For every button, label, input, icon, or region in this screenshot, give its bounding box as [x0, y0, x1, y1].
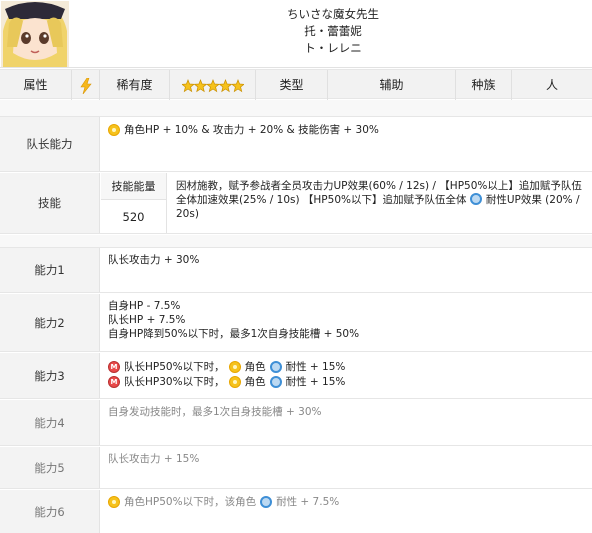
- race-label: 种族: [456, 70, 512, 100]
- ability-4-label: 能力4: [0, 400, 100, 445]
- ability-5-value: 队长攻击力 + 15%: [101, 447, 592, 488]
- ability-6-text-b: 耐性 + 7.5%: [276, 496, 340, 508]
- leader-ability-row: 队长能力 角色HP + 10% & 攻击力 + 20% & 技能伤害 + 30%: [0, 116, 592, 172]
- character-avatar: [1, 1, 69, 67]
- ability-row-5: 能力5 队长攻击力 + 15%: [0, 447, 592, 489]
- ability-3-label: 能力3: [0, 353, 100, 398]
- rarity-label: 稀有度: [100, 70, 170, 100]
- shield-icon: [260, 496, 273, 508]
- name-japanese: ちいさな魔女先生: [287, 7, 379, 21]
- leader-m-icon: M: [108, 361, 120, 373]
- section-spacer-2: [0, 235, 592, 247]
- type-label: 类型: [256, 70, 328, 100]
- section-spacer: [0, 100, 592, 116]
- skill-energy-value: 520: [122, 210, 145, 224]
- ability-row-1: 能力1 队长攻击力 + 30%: [0, 247, 592, 293]
- name-kana: ト・レレニ: [304, 41, 362, 55]
- ability-2-line-1: 自身HP - 7.5%: [108, 300, 181, 312]
- shield-icon: [269, 361, 282, 373]
- ability-2-label: 能力2: [0, 294, 100, 351]
- character-sun-icon: [228, 376, 241, 388]
- shield-icon: [269, 376, 282, 388]
- ability-5-line-1: 队长攻击力 + 15%: [108, 453, 200, 465]
- star-icons: [180, 78, 245, 92]
- ability-row-2: 能力2 自身HP - 7.5% 队长HP + 7.5% 自身HP降到50%以下时…: [0, 294, 592, 352]
- race-value: 人: [545, 78, 558, 92]
- leader-ability-text: 角色HP + 10% & 攻击力 + 20% & 技能伤害 + 30%: [124, 124, 379, 136]
- attribute-row: 属性 稀有度 类型 辅助 种族 人: [0, 69, 592, 100]
- character-sun-icon: [108, 496, 120, 508]
- ability-row-6: 能力6 角色HP50%以下时，该角色 耐性 + 7.5%: [0, 490, 592, 533]
- ability-1-line-1: 队长攻击力 + 30%: [108, 254, 200, 266]
- ability-1-label: 能力1: [0, 248, 100, 292]
- leader-ability-label: 队长能力: [0, 117, 100, 171]
- leader-ability-value: 角色HP + 10% & 攻击力 + 20% & 技能伤害 + 30%: [101, 117, 592, 171]
- ability-3-value: M 队长HP50%以下时， 角色 耐性 + 15% M 队长HP30%以下时， …: [101, 353, 592, 398]
- ability-2-line-2: 队长HP + 7.5%: [108, 314, 186, 326]
- ability-3-line-2-a: 队长HP30%以下时，: [124, 376, 225, 388]
- ability-3-line-2-c: 耐性 + 15%: [285, 376, 346, 388]
- character-names: ちいさな魔女先生 托・蕾蕾妮 ト・レレニ: [74, 6, 592, 57]
- ability-1-value: 队长攻击力 + 30%: [101, 248, 592, 292]
- ability-6-value: 角色HP50%以下时，该角色 耐性 + 7.5%: [101, 490, 592, 533]
- skill-energy-label: 技能能量: [101, 173, 166, 200]
- lightning-icon: [72, 70, 100, 100]
- skill-energy-cell: 技能能量 520: [101, 173, 167, 233]
- attribute-label: 属性: [0, 70, 72, 100]
- ability-6-label: 能力6: [0, 490, 100, 533]
- ability-5-label: 能力5: [0, 447, 100, 488]
- leader-m-icon: M: [108, 376, 120, 388]
- ability-2-line-3: 自身HP降到50%以下时，最多1次自身技能槽 + 50%: [108, 328, 360, 340]
- ability-3-line-1-c: 耐性 + 15%: [285, 361, 346, 373]
- character-sun-icon: [108, 124, 120, 136]
- ability-3-line-1-b: 角色: [244, 361, 266, 373]
- skill-row: 技能 技能能量 520 因材施教，赋予参战者全员攻击力UP效果(60% / 12…: [0, 173, 592, 234]
- ability-4-line-1: 自身发动技能时，最多1次自身技能槽 + 30%: [108, 406, 322, 418]
- shield-icon: [469, 193, 482, 205]
- ability-4-value: 自身发动技能时，最多1次自身技能槽 + 30%: [101, 400, 592, 445]
- type-value: 辅助: [328, 70, 456, 100]
- ability-3-line-1-a: 队长HP50%以下时，: [124, 361, 225, 373]
- skill-label: 技能: [0, 173, 100, 233]
- skill-description: 因材施教，赋予参战者全员攻击力UP效果(60% / 12s) / 【HP50%以…: [168, 173, 592, 233]
- character-sun-icon: [228, 361, 241, 373]
- rarity-stars: [170, 70, 256, 100]
- ability-6-text-a: 角色HP50%以下时，该角色: [124, 496, 257, 508]
- ability-3-line-2-b: 角色: [244, 376, 266, 388]
- name-chinese: 托・蕾蕾妮: [304, 24, 362, 38]
- ability-2-value: 自身HP - 7.5% 队长HP + 7.5% 自身HP降到50%以下时，最多1…: [101, 294, 592, 351]
- ability-row-4: 能力4 自身发动技能时，最多1次自身技能槽 + 30%: [0, 400, 592, 446]
- ability-row-3: 能力3 M 队长HP50%以下时， 角色 耐性 + 15% M 队长HP30%以…: [0, 353, 592, 399]
- character-header: ちいさな魔女先生 托・蕾蕾妮 ト・レレニ: [0, 0, 592, 68]
